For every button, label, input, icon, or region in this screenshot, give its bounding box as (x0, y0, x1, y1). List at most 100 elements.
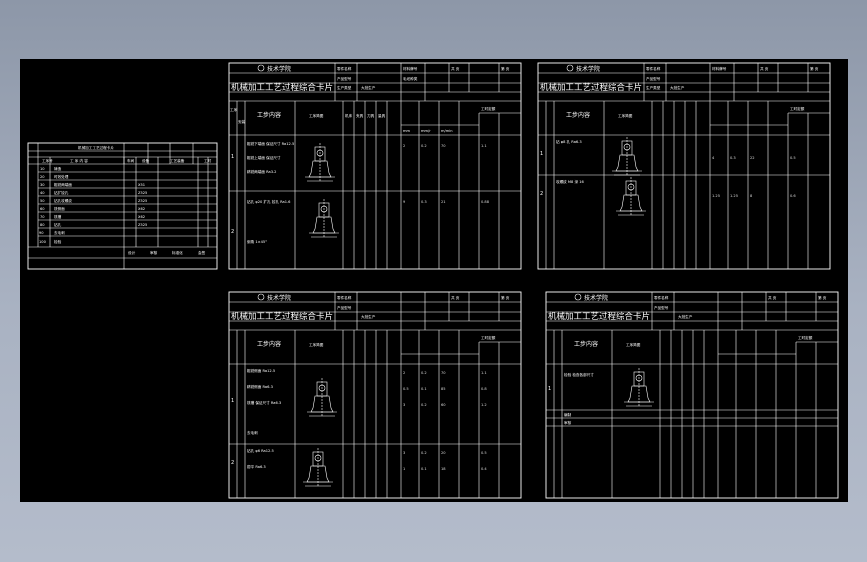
col-step-content: 工步内容 (257, 111, 281, 119)
col-step-content: 工步内容 (574, 340, 598, 348)
process-card-2: 技术学院 机械加工工艺过程综合卡片 零件名称 产品型号 生产类型 大批生产 材料… (537, 62, 831, 270)
step-time: 1.1 (481, 144, 487, 148)
col-step-content: 工步内容 (566, 111, 590, 119)
summary-row-no: 70 (40, 215, 45, 219)
part-sketch-2 (308, 198, 340, 238)
col-step-content: 工步内容 (257, 340, 281, 348)
step-time: 0.88 (481, 200, 490, 204)
step-feed: 0.2 (421, 403, 427, 407)
unit-mm: mm (403, 129, 411, 133)
step-text: 钻孔 φ6 Ra12.5 (247, 448, 274, 453)
step-speed: 85 (441, 387, 446, 391)
summary-row-no: 90 (39, 231, 44, 235)
header-pages: 共 页 (760, 66, 769, 71)
step-speed: 22 (750, 156, 755, 160)
step-text: 粗铣下端面 保证尺寸 Ra12.5 (247, 141, 294, 146)
col-time: 工时定额 (481, 106, 496, 111)
col-install: 安装 (238, 119, 246, 124)
card-title: 机械加工工艺过程综合卡片 (548, 311, 650, 322)
header-mass-production: 大批生产 (670, 85, 685, 90)
summary-row-text: 粗铣两端面 (54, 182, 72, 187)
card-title: 机械加工工艺过程综合卡片 (231, 311, 333, 322)
summary-header-shop: 车间 (127, 158, 135, 163)
summary-row-no: 80 (40, 223, 45, 227)
part-sketch-1 (304, 142, 336, 182)
step-speed: 70 (441, 144, 446, 148)
svg-text:1: 1 (231, 154, 234, 160)
summary-row-equipment: Z525 (138, 191, 147, 195)
process-card-3: 技术学院 机械加工工艺过程综合卡片 零件名称 产品型号 大批生产 共 页 第 页… (228, 291, 522, 499)
header-pages: 共 页 (768, 295, 777, 300)
step-depth: 4 (712, 156, 715, 160)
header-production-type: 生产类型 (646, 85, 661, 90)
summary-row-text: 钻扩铰孔 (54, 190, 69, 195)
step-text: 铣槽 保证尺寸 Ra6.3 (247, 400, 281, 405)
step-speed: 20 (441, 451, 446, 455)
summary-footer-sign: 会签 (198, 250, 206, 255)
step-depth: 2 (403, 144, 405, 148)
summary-row-no: 40 (40, 191, 45, 195)
summary-row-no: 100 (39, 240, 47, 244)
col-fixture: 夹具 (356, 113, 364, 118)
part-sketch-2 (615, 176, 647, 216)
card-logo-text: 技术学院 (267, 65, 291, 73)
summary-row-no: 20 (40, 175, 45, 179)
step-text: 去毛刺 (247, 430, 258, 435)
step-feed: 0.2 (421, 371, 427, 375)
header-page-no: 第 页 (501, 66, 510, 71)
step-time: 0.8 (481, 387, 487, 391)
step-feed: 0.1 (421, 387, 427, 391)
step-depth: 3 (403, 451, 405, 455)
step-speed: 18 (441, 467, 446, 471)
col-gauge: 量具 (378, 113, 386, 118)
svg-text:2: 2 (540, 191, 543, 197)
step-feed: 0.2 (421, 144, 427, 148)
card-logo-text: 技术学院 (267, 294, 291, 302)
step-depth: 2 (403, 371, 405, 375)
part-sketch-1 (306, 377, 338, 417)
header-pages: 共 页 (451, 66, 460, 71)
svg-text:1: 1 (548, 386, 551, 392)
header-blank-type: 毛坯种类 (403, 76, 418, 81)
summary-row-no: 30 (40, 183, 45, 187)
col-process: 工序 (230, 107, 238, 112)
summary-row-text: 铣侧面 (54, 206, 65, 211)
step-depth: 1.25 (712, 194, 720, 198)
step-text: 倒角 1×45° (247, 239, 267, 244)
header-page-no: 第 页 (810, 66, 819, 71)
step-time: 0.5 (790, 156, 796, 160)
col-sketch: 工序简图 (626, 342, 641, 347)
summary-row-text: 检验 (54, 239, 62, 244)
header-page-no: 第 页 (818, 295, 827, 300)
header-part-name: 零件名称 (337, 295, 352, 300)
header-part-name: 零件名称 (646, 66, 661, 71)
header-product-model: 产品型号 (337, 305, 352, 310)
footer-compiled: 编制 (564, 412, 572, 417)
header-mass-production: 大批生产 (361, 85, 376, 90)
col-time: 工时定额 (481, 335, 496, 340)
header-product-model: 产品型号 (337, 76, 352, 81)
summary-row-equipment: Z525 (138, 223, 147, 227)
header-part-name: 零件名称 (654, 295, 669, 300)
part-sketch-1 (611, 136, 643, 176)
step-time: 0.6 (790, 194, 796, 198)
header-mass-production: 大批生产 (361, 314, 376, 319)
cad-drawing: 机械加工工艺过程卡片 工序号 工 序 内 容 车间 设备 工艺装备 工时 10 … (27, 62, 839, 499)
step-feed: 0.1 (421, 467, 427, 471)
step-depth: 0.5 (403, 387, 409, 391)
summary-process-sheet: 机械加工工艺过程卡片 工序号 工 序 内 容 车间 设备 工艺装备 工时 10 … (27, 142, 218, 270)
cad-drawing-canvas[interactable]: 机械加工工艺过程卡片 工序号 工 序 内 容 车间 设备 工艺装备 工时 10 … (20, 59, 848, 502)
summary-row-equipment: X62 (138, 207, 145, 211)
svg-text:2: 2 (231, 460, 234, 466)
header-material: 材料牌号 (403, 66, 418, 71)
unit-speed: m/min (441, 129, 453, 133)
card-title: 机械加工工艺过程综合卡片 (540, 82, 642, 93)
footer-reviewed: 审核 (564, 420, 572, 425)
step-speed: 60 (441, 403, 446, 407)
step-time: 0.4 (481, 467, 487, 471)
process-card-4: 技术学院 机械加工工艺过程综合卡片 零件名称 产品型号 大批生产 共 页 第 页… (545, 291, 839, 499)
step-speed: 70 (441, 371, 446, 375)
summary-row-text: 铣槽 (54, 214, 62, 219)
step-feed: 1.25 (730, 194, 738, 198)
col-sketch: 工序简图 (618, 113, 633, 118)
